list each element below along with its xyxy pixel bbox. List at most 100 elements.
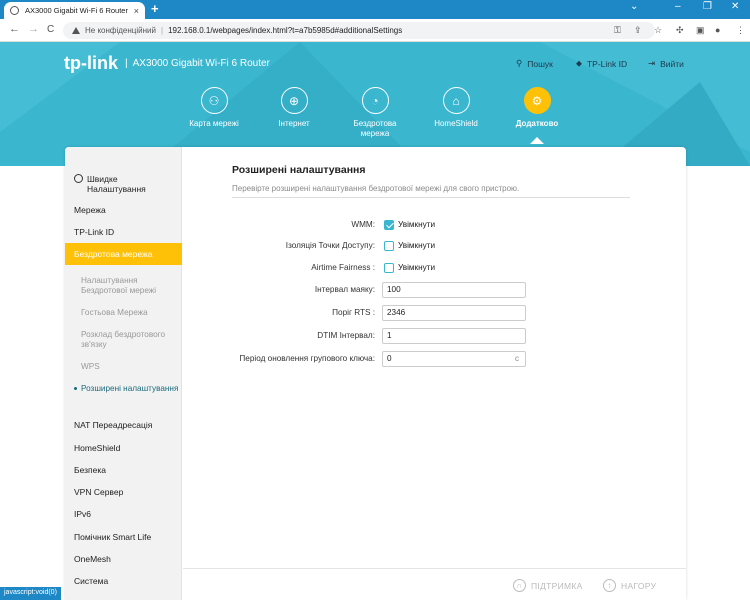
tab-close-icon[interactable]: × <box>134 6 139 16</box>
globe-icon: ⊕ <box>280 87 308 114</box>
footer-bar: ∩ ПІДТРИМКА ↑ НАГОРУ <box>183 568 686 600</box>
brand: tp-link | AX3000 Gigabit Wi-Fi 6 Router <box>64 53 270 74</box>
sidebar-item-wireless[interactable]: Бездротова мережа <box>65 243 182 265</box>
arrow-up-icon: ↑ <box>603 579 616 592</box>
nav-tab-label: Бездротова мережа <box>353 119 397 138</box>
logout-label: Вийти <box>660 58 684 69</box>
sidebar-sub-label: Розширені налаштування <box>81 384 179 393</box>
rts-threshold-input[interactable]: 2346 <box>382 305 526 321</box>
beacon-row: Інтервал маяку: 100 <box>182 282 686 298</box>
sidebar-item-onemesh[interactable]: OneMesh <box>65 554 182 564</box>
minimize-button[interactable]: – <box>675 1 681 12</box>
browser-tab[interactable]: AX3000 Gigabit Wi-Fi 6 Router × <box>4 2 145 19</box>
sidebar-sub-guest-network[interactable]: Гостьова Мережа <box>65 308 182 318</box>
back-button[interactable]: ← <box>9 23 20 35</box>
sidebar-item-vpn[interactable]: VPN Сервер <box>65 487 182 497</box>
wmm-row: WMM: Увімкнути <box>182 217 686 233</box>
sidebar-sub-advanced[interactable]: Розширені налаштування <box>65 384 182 394</box>
warning-icon <box>72 27 80 34</box>
forward-button[interactable]: → <box>28 23 39 35</box>
page-description: Перевірте розширені налаштування бездрот… <box>232 184 520 193</box>
airtime-checkbox[interactable] <box>384 263 394 273</box>
sidepanel-icon[interactable]: ▣ <box>696 25 705 36</box>
airtime-checkbox-label[interactable]: Увімкнути <box>398 263 435 272</box>
wmm-checkbox-label[interactable]: Увімкнути <box>398 220 435 229</box>
nav-tab-globe[interactable]: ⊕ Інтернет <box>254 87 334 129</box>
sidebar-item-label: Швидке Налаштування <box>87 174 146 194</box>
nav-tab-wifi[interactable]: ◔ Бездротова мережа <box>335 87 415 138</box>
nav-tab-label: HomeShield <box>434 119 478 128</box>
group-key-row: Період оновлення групового ключа: 0 c <box>182 351 686 367</box>
search-link[interactable]: ⚲ Пошук <box>516 58 553 69</box>
share-icon[interactable]: ⇪ <box>634 25 642 36</box>
main-panel: Швидке Налаштування Мережа TP-Link ID Бе… <box>65 147 686 600</box>
key-icon[interactable]: ⚿ <box>614 25 621 36</box>
search-icon: ⚲ <box>516 58 523 68</box>
wmm-checkbox[interactable] <box>384 220 394 230</box>
support-label: ПІДТРИМКА <box>531 580 583 591</box>
sidebar-sub-wireless-schedule[interactable]: Розклад бездротового зв'язку <box>65 330 182 350</box>
profile-icon[interactable]: ● <box>715 25 720 35</box>
sidebar-item-homeshield[interactable]: HomeShield <box>65 443 182 453</box>
sidebar-item-system[interactable]: Система <box>65 576 182 586</box>
url-bar[interactable]: Не конфіденційний | 192.168.0.1/webpages… <box>63 22 655 39</box>
dtim-row: DTIM Інтервал: 1 <box>182 328 686 344</box>
security-label[interactable]: Не конфіденційний <box>85 26 156 35</box>
sidebar-item-tplink-id[interactable]: TP-Link ID <box>65 227 182 237</box>
sidebar-item-ipv6[interactable]: IPv6 <box>65 509 182 519</box>
page-title: Розширені налаштування <box>232 164 366 176</box>
star-icon[interactable]: ☆ <box>654 25 662 36</box>
back-to-top-button[interactable]: ↑ НАГОРУ <box>603 579 656 592</box>
top-label: НАГОРУ <box>621 580 657 591</box>
ap-isolation-checkbox-label[interactable]: Увімкнути <box>398 241 435 250</box>
tab-search-icon[interactable]: ⌄ <box>630 1 638 12</box>
headset-icon: ∩ <box>513 579 526 592</box>
sidebar: Швидке Налаштування Мережа TP-Link ID Бе… <box>65 147 182 600</box>
sidebar-item-security[interactable]: Безпека <box>65 465 182 475</box>
globe-favicon-icon <box>10 6 19 15</box>
sidebar-item-nat[interactable]: NAT Переадресація <box>65 420 182 430</box>
wmm-label: WMM: <box>351 220 375 229</box>
tplink-logo: tp-link <box>64 53 118 73</box>
tab-strip: AX3000 Gigabit Wi-Fi 6 Router × + ⌄ – ❐ … <box>0 0 750 19</box>
current-dot <box>74 387 77 390</box>
status-bar: javascript:void(0) <box>0 587 61 600</box>
ap-isolation-label: Ізоляція Точки Доступу: <box>285 241 375 250</box>
group-key-unit: c <box>515 354 519 363</box>
rts-row: Поріг RTS : 2346 <box>182 305 686 321</box>
group-key-period-input[interactable]: 0 <box>382 351 526 367</box>
sidebar-item-quick-setup[interactable]: Швидке Налаштування <box>65 174 182 194</box>
brand-pipe: | <box>125 58 128 69</box>
wifi-icon: ◔ <box>361 87 389 114</box>
close-window-button[interactable]: ✕ <box>731 1 739 12</box>
network-map-icon: ⚇ <box>200 87 228 114</box>
sidebar-item-smart-life[interactable]: Помічник Smart Life <box>65 532 182 542</box>
beacon-interval-input[interactable]: 100 <box>382 282 526 298</box>
extensions-icon[interactable]: ✣ <box>676 25 684 36</box>
dtim-interval-input[interactable]: 1 <box>382 328 526 344</box>
nav-tab-label: Додатково <box>515 119 559 128</box>
new-tab-button[interactable]: + <box>151 1 159 16</box>
tab-title: AX3000 Gigabit Wi-Fi 6 Router <box>25 6 128 15</box>
nav-tab-label: Карта мережі <box>189 119 239 128</box>
menu-icon[interactable]: ⋮ <box>736 25 745 36</box>
gear-icon: ⚙ <box>523 87 551 114</box>
logout-link[interactable]: ⇥ Вийти <box>648 58 684 69</box>
model-name: AX3000 Gigabit Wi-Fi 6 Router <box>132 58 270 69</box>
group-key-label: Період оновлення групового ключа: <box>239 354 375 363</box>
support-button[interactable]: ∩ ПІДТРИМКА <box>513 579 583 592</box>
sidebar-sub-wps[interactable]: WPS <box>65 362 182 372</box>
reload-button[interactable]: C <box>47 24 54 35</box>
tplink-id-link[interactable]: ⬥ TP-Link ID <box>576 58 627 69</box>
sidebar-item-network[interactable]: Мережа <box>65 205 182 215</box>
nav-tab-network-map[interactable]: ⚇ Карта мережі <box>174 87 254 129</box>
ap-isolation-checkbox[interactable] <box>384 241 394 251</box>
nav-tab-homeshield[interactable]: ⌂ HomeShield <box>416 87 496 129</box>
sidebar-sub-wireless-settings[interactable]: Налаштування Бездротової мережі <box>65 276 182 296</box>
url-text[interactable]: 192.168.0.1/webpages/index.html?t=a7b598… <box>168 26 402 35</box>
nav-tab-gear[interactable]: ⚙ Додатково <box>497 87 577 129</box>
title-divider <box>232 197 630 198</box>
restore-button[interactable]: ❐ <box>703 1 712 12</box>
address-toolbar: ← → C Не конфіденційний | 192.168.0.1/we… <box>0 19 750 42</box>
beacon-label: Інтервал маяку: <box>314 285 375 294</box>
